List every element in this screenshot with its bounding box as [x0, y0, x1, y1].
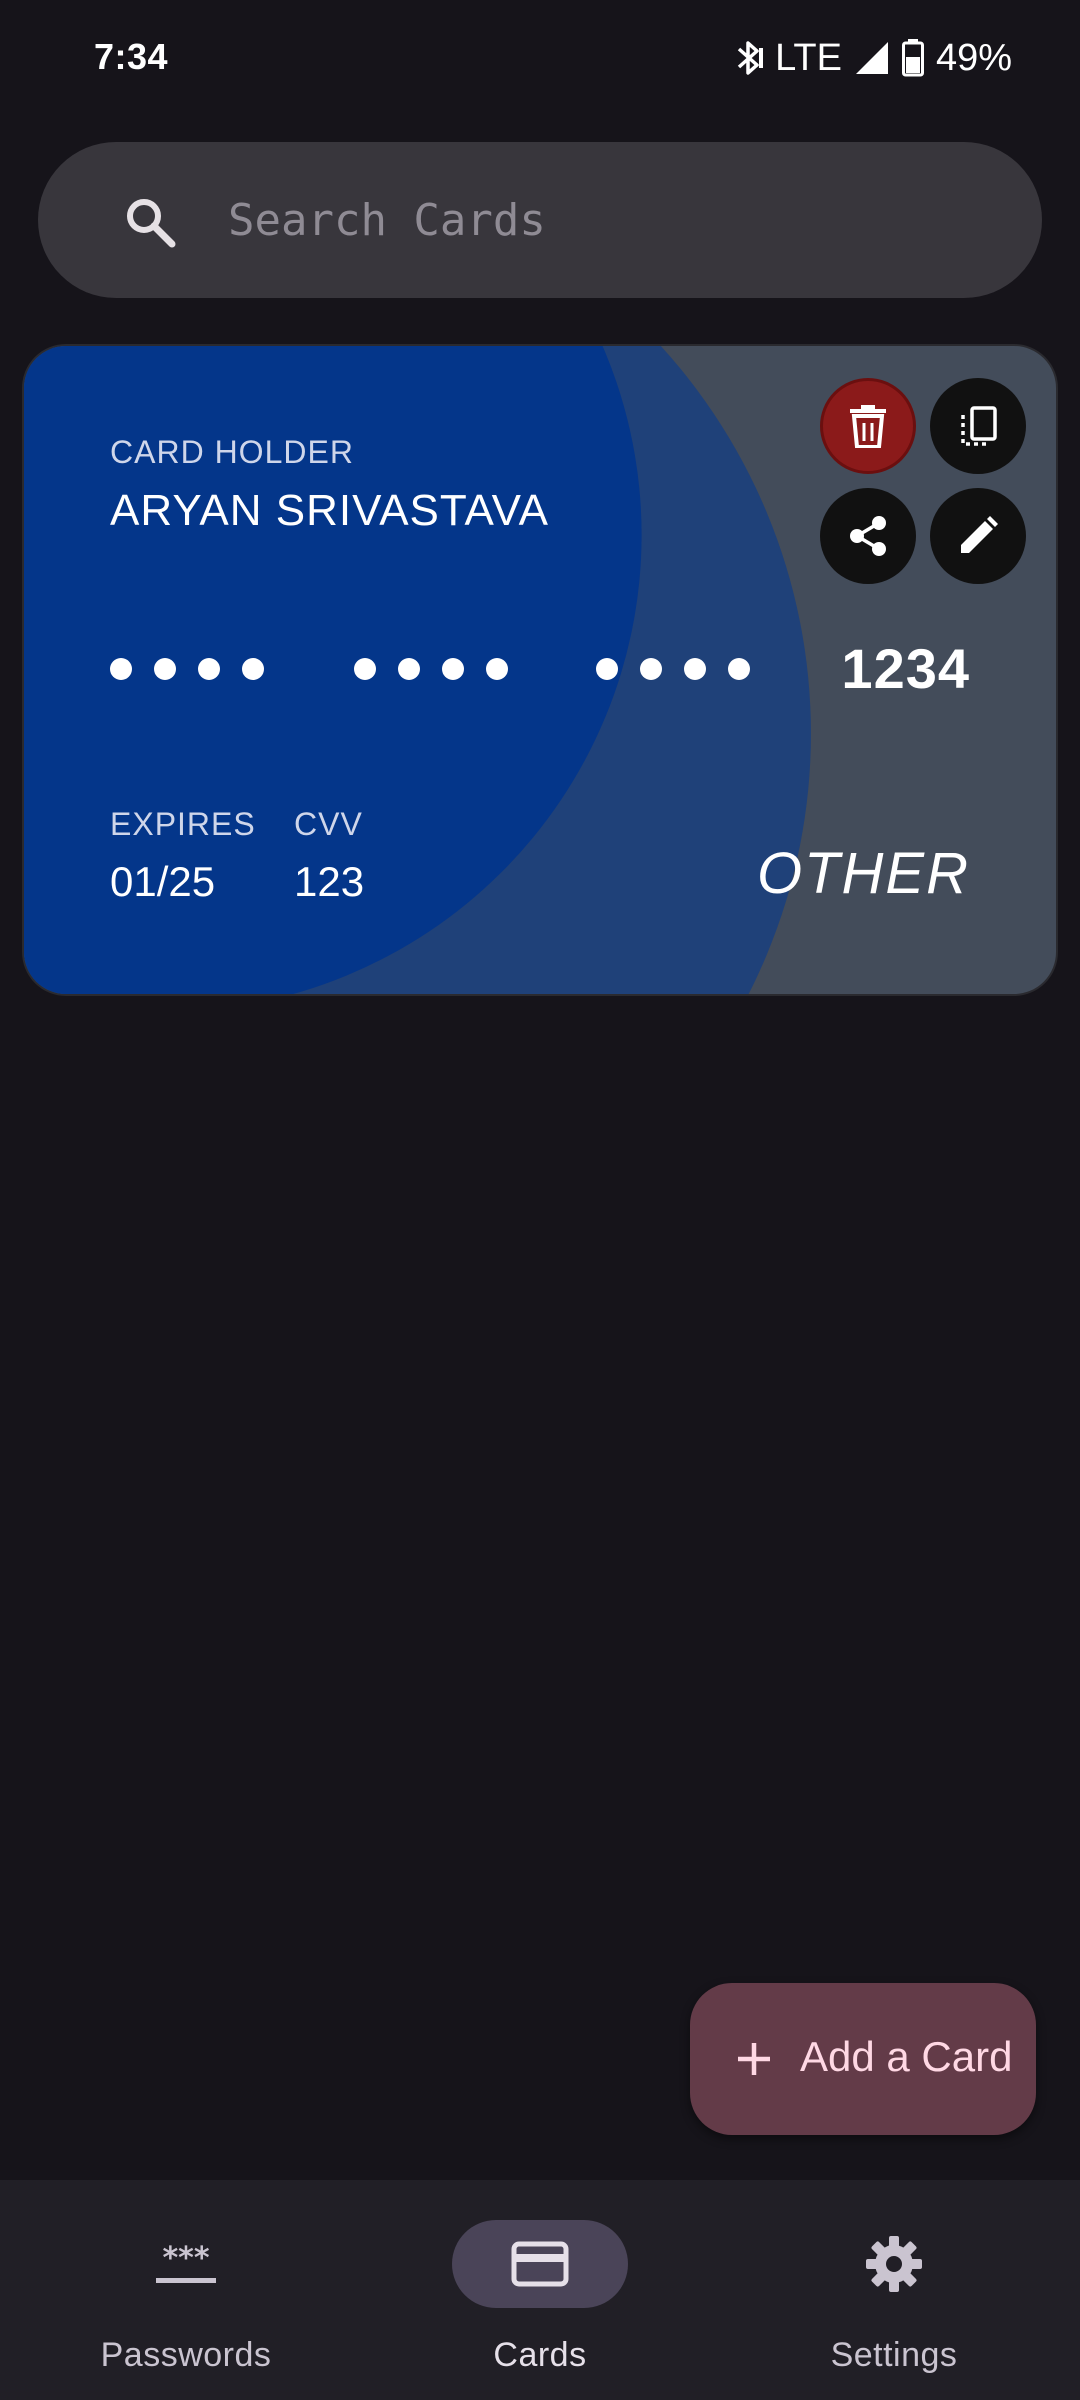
- gear-icon: [866, 2236, 922, 2292]
- edit-card-button[interactable]: [930, 488, 1026, 584]
- status-icons: LTE 49%: [735, 36, 1012, 80]
- plus-icon: [738, 2043, 770, 2075]
- svg-text:***: ***: [162, 2241, 209, 2276]
- search-icon: [127, 199, 176, 248]
- masked-digits-group-2: [354, 658, 508, 680]
- credit-card-icon: [511, 2241, 569, 2287]
- copy-icon: [961, 406, 997, 446]
- status-bar: 7:34 LTE 49%: [0, 0, 1080, 120]
- card-type: OTHER: [757, 841, 970, 906]
- add-card-button[interactable]: Add a Card: [690, 1983, 1036, 2135]
- expires-label: EXPIRES: [110, 806, 256, 842]
- nav-label-settings: Settings: [830, 2336, 958, 2374]
- nav-label-passwords: Passwords: [100, 2336, 272, 2374]
- cvv-label: CVV: [294, 806, 363, 842]
- share-card-button[interactable]: [820, 488, 916, 584]
- delete-card-button[interactable]: [820, 378, 916, 474]
- copy-card-button[interactable]: [930, 378, 1026, 474]
- battery-icon: [901, 39, 924, 77]
- card-holder-name: ARYAN SRIVASTAVA: [110, 486, 550, 535]
- masked-digits-group-1: [110, 658, 264, 680]
- network-type: LTE: [775, 36, 842, 79]
- nav-item-passwords[interactable]: *** Passwords: [6, 2180, 366, 2400]
- nav-item-cards[interactable]: Cards: [360, 2180, 720, 2400]
- nav-item-settings[interactable]: Settings: [714, 2180, 1074, 2400]
- expires-value: 01/25: [110, 858, 216, 905]
- signal-icon: [855, 42, 888, 74]
- cvv-value: 123: [294, 858, 365, 905]
- card-last-four: 1234: [841, 637, 970, 700]
- masked-digits-group-3: [596, 658, 750, 680]
- credit-card[interactable]: CARD HOLDER ARYAN SRIVASTAVA 1234 EXPIRE…: [22, 344, 1058, 996]
- edit-icon: [961, 516, 998, 553]
- bottom-navigation: *** Passwords Cards Settings: [0, 2180, 1080, 2400]
- status-time: 7:34: [94, 36, 169, 77]
- search-bar[interactable]: [38, 142, 1042, 298]
- nav-label-cards: Cards: [493, 2336, 587, 2374]
- share-icon: [850, 516, 886, 556]
- card-holder-label: CARD HOLDER: [110, 434, 354, 470]
- battery-level: 49%: [935, 36, 1012, 79]
- delete-icon: [850, 405, 886, 448]
- password-icon: ***: [156, 2241, 216, 2283]
- search-input[interactable]: [228, 142, 1008, 298]
- add-card-label: Add a Card: [800, 2033, 1013, 2080]
- bluetooth-icon: [737, 41, 764, 75]
